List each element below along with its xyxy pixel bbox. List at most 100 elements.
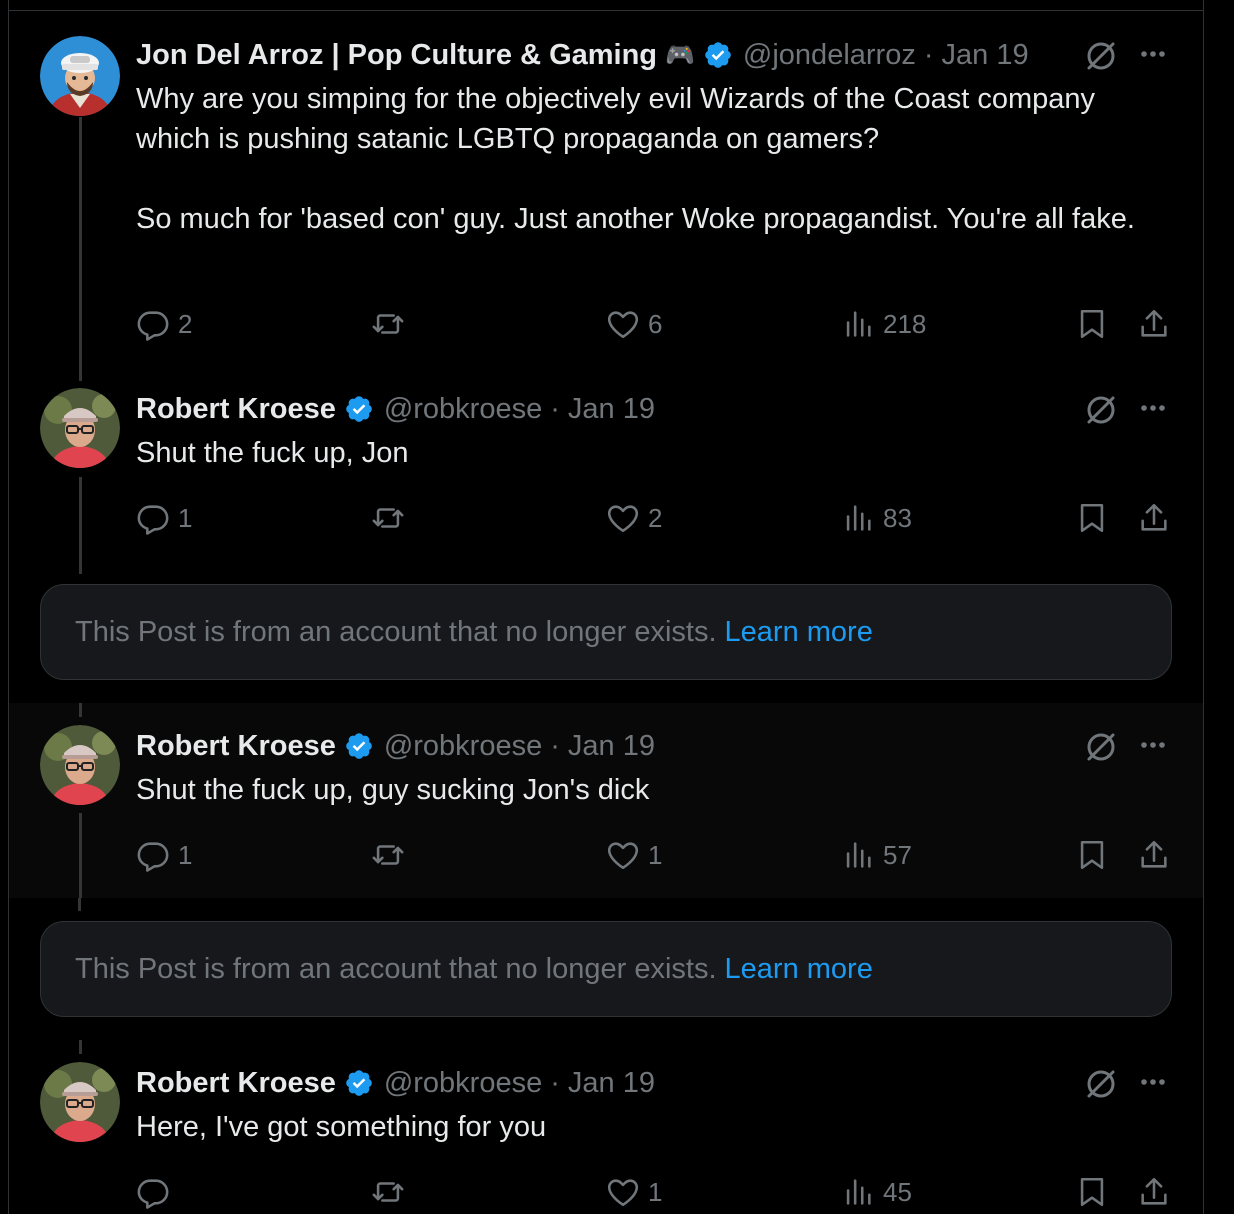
grok-icon[interactable] — [1083, 392, 1119, 428]
author-handle[interactable]: @robkroese — [384, 1067, 542, 1100]
repost-button[interactable] — [371, 837, 413, 873]
repost-button[interactable] — [371, 306, 413, 342]
like-count: 1 — [648, 839, 663, 870]
views-button[interactable]: 45 — [841, 1174, 912, 1210]
separator-dot: · — [550, 392, 560, 425]
reply-button[interactable]: 1 — [136, 500, 192, 536]
reply-icon — [137, 1179, 169, 1209]
verified-badge-icon[interactable] — [703, 40, 733, 70]
thread-line — [79, 477, 82, 574]
post-jondelarroz[interactable]: Jon Del Arroz | Pop Culture & Gaming 🎮 @… — [9, 11, 1203, 381]
more-options-icon[interactable] — [1135, 1066, 1171, 1098]
share-icon — [1141, 309, 1167, 337]
post-text: Why are you simping for the objectively … — [136, 83, 1135, 235]
verified-badge-icon[interactable] — [344, 731, 374, 761]
repost-button[interactable] — [371, 1174, 413, 1210]
reply-count: 1 — [178, 839, 193, 870]
post-date[interactable]: Jan 19 — [942, 39, 1029, 72]
like-button[interactable]: 1 — [606, 1174, 662, 1210]
views-icon — [846, 505, 871, 531]
more-options-icon[interactable] — [1135, 729, 1171, 761]
author-handle[interactable]: @jondelarroz — [743, 39, 916, 72]
views-icon — [846, 1179, 871, 1205]
author-name[interactable]: Robert Kroese — [136, 1067, 336, 1100]
thread-line — [79, 813, 82, 898]
views-count: 83 — [883, 502, 912, 533]
reply-icon — [137, 842, 169, 872]
reply-icon — [137, 311, 169, 341]
gamepad-emoji: 🎮 — [665, 41, 695, 69]
share-button[interactable] — [1137, 1174, 1171, 1210]
author-name[interactable]: Robert Kroese — [136, 730, 336, 763]
bookmark-button[interactable] — [1075, 500, 1109, 536]
repost-icon — [372, 845, 404, 865]
views-button[interactable]: 83 — [841, 500, 912, 536]
bookmark-icon — [1080, 503, 1104, 533]
post-date[interactable]: Jan 19 — [568, 393, 655, 426]
repost-icon — [372, 1182, 404, 1202]
post-robkroese-2[interactable]: Robert Kroese @robkroese · Jan 19 Shut t… — [9, 703, 1203, 898]
deleted-post-message: This Post is from an account that no lon… — [75, 952, 717, 985]
bookmark-button[interactable] — [1075, 1174, 1109, 1210]
repost-icon — [372, 314, 404, 334]
verified-badge-icon[interactable] — [344, 1068, 374, 1098]
post-text: Shut the fuck up, guy sucking Jon's dick — [136, 774, 650, 806]
more-options-icon[interactable] — [1135, 392, 1171, 424]
share-icon — [1141, 1177, 1167, 1205]
repost-button[interactable] — [371, 500, 413, 536]
bookmark-icon — [1080, 840, 1104, 870]
share-button[interactable] — [1137, 837, 1171, 873]
views-button[interactable]: 57 — [841, 837, 912, 873]
timeline-border-right — [1203, 0, 1204, 1214]
post-date[interactable]: Jan 19 — [568, 730, 655, 763]
grok-icon[interactable] — [1083, 1066, 1119, 1102]
post-robkroese-1[interactable]: Robert Kroese @robkroese · Jan 19 Shut t… — [9, 381, 1203, 574]
post-date[interactable]: Jan 19 — [568, 1067, 655, 1100]
learn-more-link[interactable]: Learn more — [725, 953, 873, 986]
like-count: 6 — [648, 308, 663, 339]
views-icon — [846, 842, 871, 868]
author-handle[interactable]: @robkroese — [384, 393, 542, 426]
author-handle[interactable]: @robkroese — [384, 730, 542, 763]
like-button[interactable]: 6 — [606, 306, 662, 342]
bookmark-icon — [1080, 309, 1104, 339]
share-icon — [1141, 840, 1167, 868]
heart-icon — [607, 842, 639, 870]
more-options-icon[interactable] — [1135, 38, 1171, 70]
grok-icon[interactable] — [1083, 38, 1119, 74]
deleted-post-notice: This Post is from an account that no lon… — [40, 584, 1172, 680]
views-button[interactable]: 218 — [841, 306, 926, 342]
views-icon — [846, 311, 871, 337]
share-button[interactable] — [1137, 500, 1171, 536]
author-name[interactable]: Jon Del Arroz | Pop Culture & Gaming — [136, 39, 657, 72]
heart-icon — [607, 505, 639, 533]
learn-more-link[interactable]: Learn more — [725, 616, 873, 649]
thread-line-top — [79, 703, 82, 717]
avatar-jondelarroz[interactable] — [40, 36, 120, 116]
separator-dot: · — [550, 729, 560, 762]
post-robkroese-3[interactable]: Robert Kroese @robkroese · Jan 19 Here, … — [9, 1040, 1203, 1214]
bookmark-button[interactable] — [1075, 306, 1109, 342]
avatar-robkroese[interactable] — [40, 725, 120, 805]
post-text: Here, I've got something for you — [136, 1111, 547, 1143]
repost-icon — [372, 508, 404, 528]
bookmark-icon — [1080, 1177, 1104, 1207]
author-name[interactable]: Robert Kroese — [136, 393, 336, 426]
post-text: Shut the fuck up, Jon — [136, 437, 409, 469]
reply-count: 2 — [178, 308, 193, 339]
avatar-robkroese[interactable] — [40, 1062, 120, 1142]
heart-icon — [607, 311, 639, 339]
separator-dot: · — [550, 1066, 560, 1099]
reply-button[interactable]: 2 — [136, 306, 192, 342]
views-count: 57 — [883, 839, 912, 870]
reply-button[interactable] — [136, 1174, 178, 1210]
grok-icon[interactable] — [1083, 729, 1119, 765]
verified-badge-icon[interactable] — [344, 394, 374, 424]
bookmark-button[interactable] — [1075, 837, 1109, 873]
like-button[interactable]: 2 — [606, 500, 662, 536]
thread-line-top — [79, 1040, 82, 1054]
share-button[interactable] — [1137, 306, 1171, 342]
reply-button[interactable]: 1 — [136, 837, 192, 873]
avatar-robkroese[interactable] — [40, 388, 120, 468]
like-button[interactable]: 1 — [606, 837, 662, 873]
